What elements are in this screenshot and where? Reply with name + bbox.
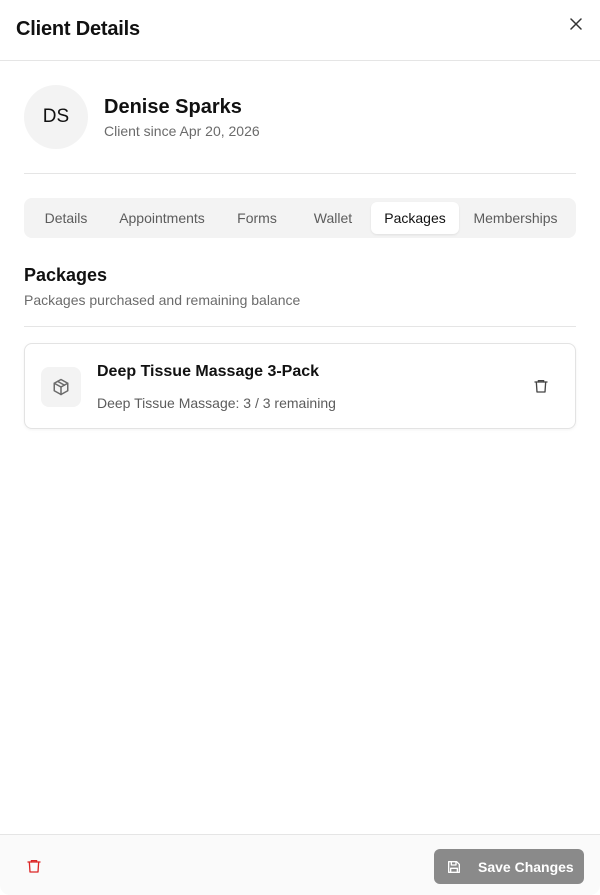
tab-packages[interactable]: Packages bbox=[371, 202, 459, 234]
tab-wallet[interactable]: Wallet bbox=[298, 202, 368, 234]
section-description: Packages purchased and remaining balance bbox=[24, 292, 301, 308]
client-since: Client since Apr 20, 2026 bbox=[104, 123, 260, 139]
package-icon-box bbox=[41, 367, 81, 407]
modal-title: Client Details bbox=[16, 18, 140, 40]
package-remaining: Deep Tissue Massage: 3 / 3 remaining bbox=[97, 395, 336, 411]
tab-forms[interactable]: Forms bbox=[220, 202, 294, 234]
trash-icon bbox=[534, 380, 548, 393]
client-name: Denise Sparks bbox=[104, 96, 242, 118]
package-card: Deep Tissue Massage 3-Pack Deep Tissue M… bbox=[24, 343, 576, 429]
save-button-label: Save Changes bbox=[478, 858, 574, 875]
profile-divider bbox=[24, 173, 576, 174]
close-icon bbox=[570, 18, 582, 30]
section-divider bbox=[24, 326, 576, 327]
client-profile: DS Denise Sparks Client since Apr 20, 20… bbox=[24, 85, 576, 173]
client-details-modal: Client Details DS Denise Sparks Client s… bbox=[0, 0, 600, 895]
close-button[interactable] bbox=[566, 14, 586, 34]
modal-header: Client Details bbox=[0, 0, 600, 61]
delete-client-button[interactable] bbox=[24, 856, 44, 876]
modal-footer: Save Changes bbox=[0, 834, 600, 895]
save-changes-button[interactable]: Save Changes bbox=[434, 849, 584, 884]
tab-details[interactable]: Details bbox=[28, 202, 104, 234]
avatar: DS bbox=[24, 85, 88, 149]
tab-appointments[interactable]: Appointments bbox=[108, 202, 216, 234]
package-icon bbox=[53, 378, 69, 396]
tab-memberships[interactable]: Memberships bbox=[463, 202, 568, 234]
delete-package-button[interactable] bbox=[531, 376, 551, 396]
section-title: Packages bbox=[24, 265, 108, 285]
trash-icon bbox=[27, 860, 41, 873]
package-name: Deep Tissue Massage 3-Pack bbox=[97, 363, 320, 380]
tab-bar: Details Appointments Forms Wallet Packag… bbox=[24, 198, 576, 238]
save-icon bbox=[448, 860, 460, 873]
